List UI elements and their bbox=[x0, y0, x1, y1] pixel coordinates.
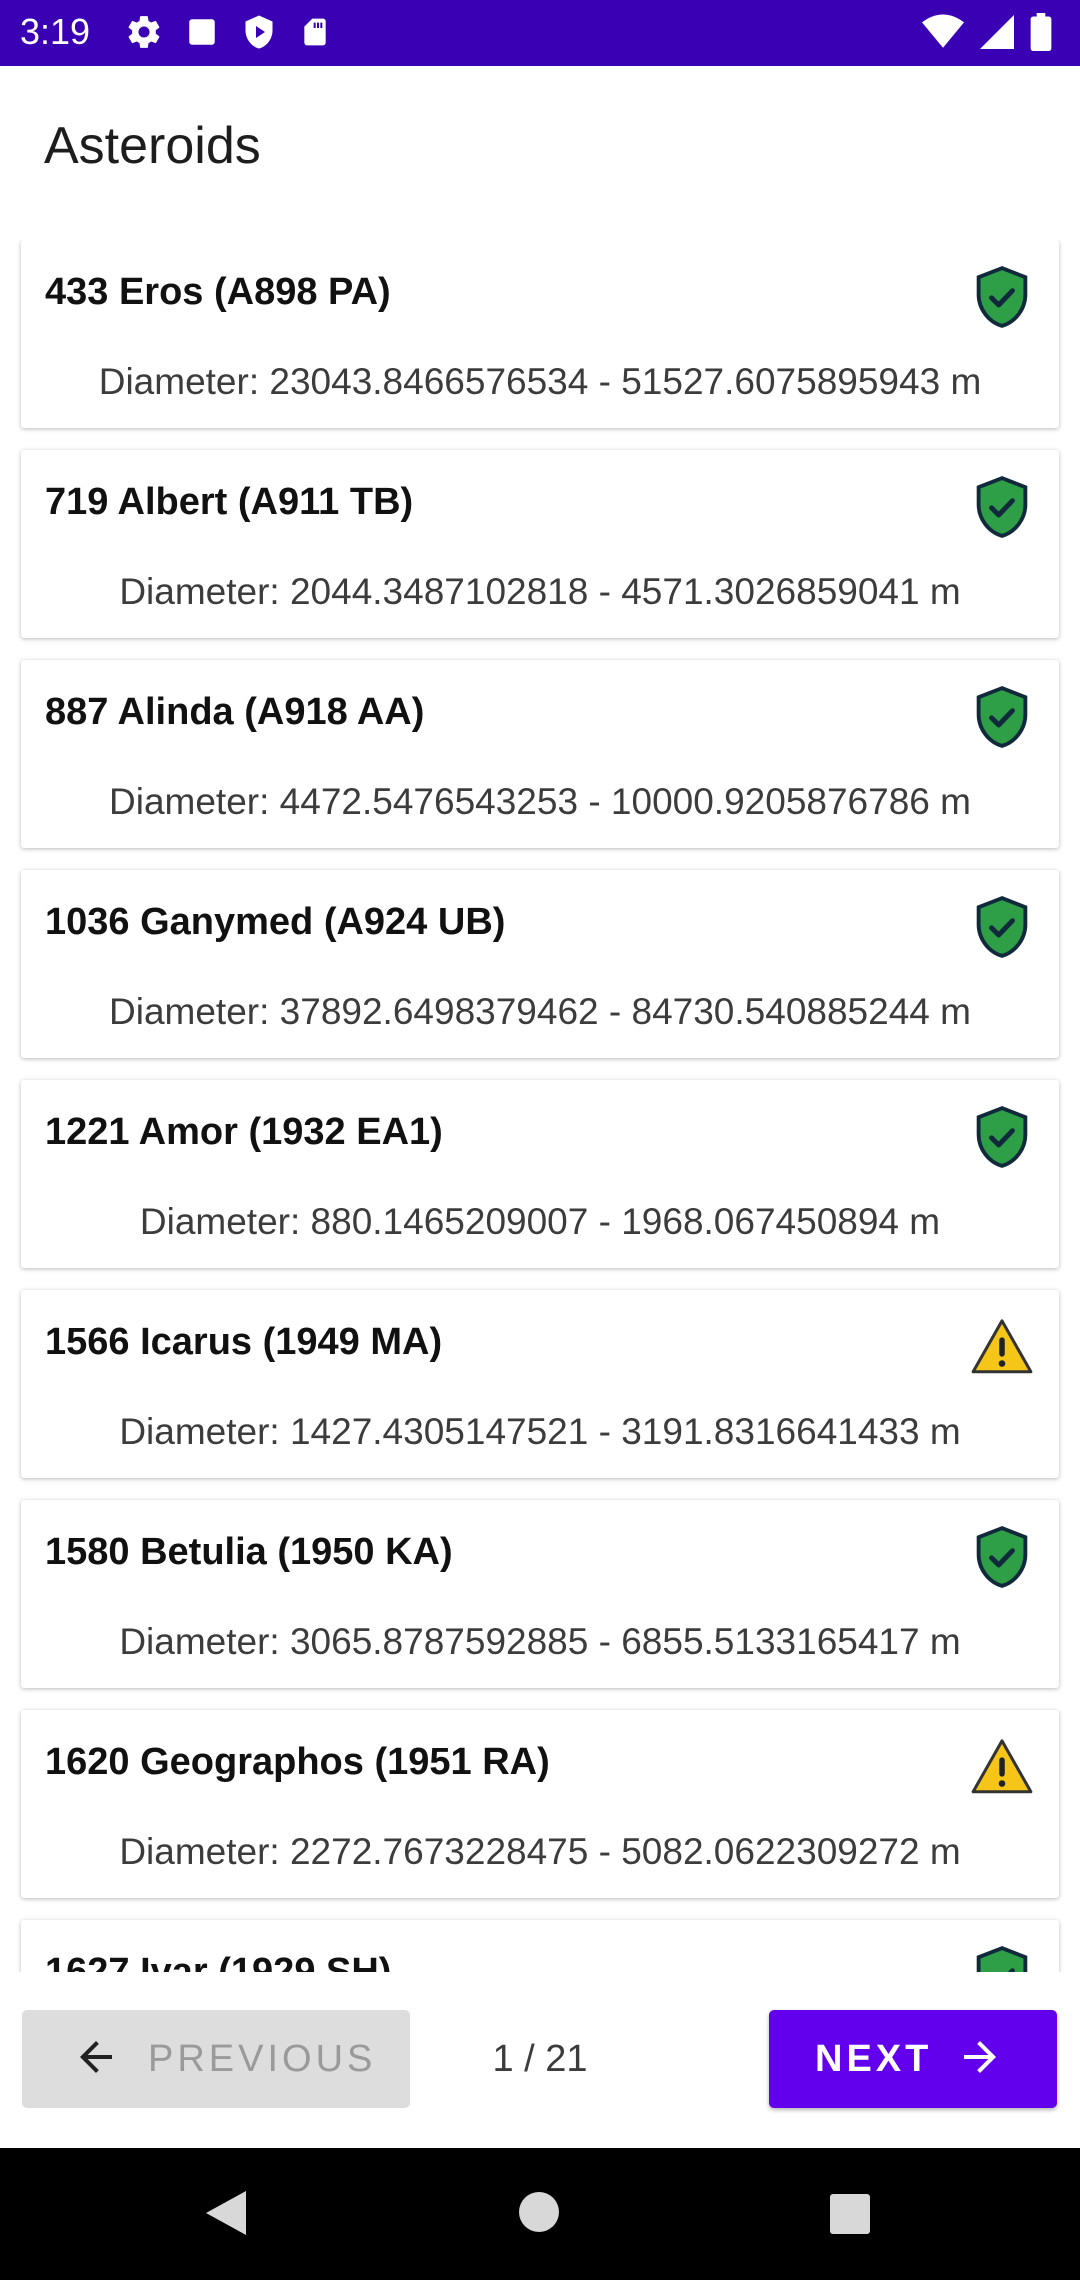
warning-icon bbox=[969, 1734, 1035, 1800]
asteroid-diameter: Diameter: 23043.8466576534 - 51527.60758… bbox=[98, 361, 982, 402]
asteroid-card[interactable]: 1566 Icarus (1949 MA) Diameter: 1427.430… bbox=[21, 1290, 1059, 1478]
shield-check-icon bbox=[969, 1524, 1035, 1590]
previous-button[interactable]: PREVIOUS bbox=[22, 2010, 410, 2108]
play-protect-icon bbox=[241, 13, 277, 51]
status-time: 3:19 bbox=[20, 11, 91, 52]
wifi-icon bbox=[922, 14, 964, 50]
status-bar: 3:19 bbox=[0, 0, 1080, 66]
settings-icon bbox=[125, 13, 163, 51]
asteroid-card[interactable]: 1620 Geographos (1951 RA) Diameter: 2272… bbox=[21, 1710, 1059, 1898]
battery-icon bbox=[1030, 13, 1052, 51]
asteroid-diameter: Diameter: 3065.8787592885 - 6855.5133165… bbox=[119, 1621, 961, 1662]
arrow-left-icon bbox=[72, 2033, 120, 2086]
previous-button-label: PREVIOUS bbox=[148, 2037, 377, 2080]
page-indicator: 1 / 21 bbox=[492, 2038, 588, 2080]
warning-icon bbox=[969, 1314, 1035, 1380]
asteroid-diameter: Diameter: 2272.7673228475 - 5082.0622309… bbox=[119, 1831, 961, 1872]
asteroid-name: 1580 Betulia (1950 KA) bbox=[45, 1531, 453, 1573]
asteroid-name: 433 Eros (A898 PA) bbox=[45, 271, 391, 313]
page-title: Asteroids bbox=[44, 117, 261, 175]
shield-check-icon bbox=[969, 1944, 1035, 1972]
pagination-bar: PREVIOUS 1 / 21 NEXT bbox=[0, 1972, 1080, 2148]
asteroid-name: 887 Alinda (A918 AA) bbox=[45, 691, 425, 733]
asteroid-card[interactable]: 887 Alinda (A918 AA) Diameter: 4472.5476… bbox=[21, 660, 1059, 848]
asteroid-name: 1221 Amor (1932 EA1) bbox=[45, 1111, 443, 1153]
asteroid-name: 1620 Geographos (1951 RA) bbox=[45, 1741, 550, 1783]
asteroid-name: 719 Albert (A911 TB) bbox=[45, 481, 414, 523]
asteroid-card[interactable]: 1580 Betulia (1950 KA) Diameter: 3065.87… bbox=[21, 1500, 1059, 1688]
sd-card-icon bbox=[299, 14, 331, 50]
next-button-label: NEXT bbox=[815, 2037, 933, 2080]
status-notification-icons bbox=[125, 13, 331, 51]
asteroid-diameter: Diameter: 1427.4305147521 - 3191.8316641… bbox=[119, 1411, 961, 1452]
shield-check-icon bbox=[969, 894, 1035, 960]
recents-icon[interactable] bbox=[829, 2193, 871, 2240]
asteroid-list[interactable]: 433 Eros (A898 PA) Diameter: 23043.84665… bbox=[0, 240, 1080, 1972]
asteroid-name: 1566 Icarus (1949 MA) bbox=[45, 1321, 443, 1363]
shield-check-icon bbox=[969, 264, 1035, 330]
home-icon[interactable] bbox=[517, 2190, 561, 2239]
system-nav-bar bbox=[0, 2148, 1080, 2280]
shield-check-icon bbox=[969, 474, 1035, 540]
shield-check-icon bbox=[969, 1104, 1035, 1170]
asteroid-card[interactable]: 719 Albert (A911 TB) Diameter: 2044.3487… bbox=[21, 450, 1059, 638]
arrow-right-icon bbox=[956, 2033, 1004, 2086]
asteroid-diameter: Diameter: 880.1465209007 - 1968.06745089… bbox=[139, 1201, 941, 1242]
next-button[interactable]: NEXT bbox=[769, 2010, 1057, 2108]
shield-check-icon bbox=[969, 684, 1035, 750]
signal-icon bbox=[980, 14, 1014, 50]
square-icon bbox=[185, 15, 219, 49]
asteroid-card[interactable]: 1627 Ivar (1929 SH) bbox=[21, 1920, 1059, 1972]
asteroid-card[interactable]: 433 Eros (A898 PA) Diameter: 23043.84665… bbox=[21, 240, 1059, 428]
status-system-icons bbox=[922, 13, 1052, 51]
asteroid-card[interactable]: 1221 Amor (1932 EA1) Diameter: 880.14652… bbox=[21, 1080, 1059, 1268]
asteroid-diameter: Diameter: 37892.6498379462 - 84730.54088… bbox=[109, 991, 971, 1032]
back-icon[interactable] bbox=[202, 2188, 248, 2243]
asteroid-diameter: Diameter: 2044.3487102818 - 4571.3026859… bbox=[119, 571, 961, 612]
asteroid-name: 1627 Ivar (1929 SH) bbox=[45, 1951, 392, 1972]
asteroid-diameter: Diameter: 4472.5476543253 - 10000.920587… bbox=[109, 781, 971, 822]
asteroid-card[interactable]: 1036 Ganymed (A924 UB) Diameter: 37892.6… bbox=[21, 870, 1059, 1058]
asteroid-name: 1036 Ganymed (A924 UB) bbox=[45, 901, 506, 943]
